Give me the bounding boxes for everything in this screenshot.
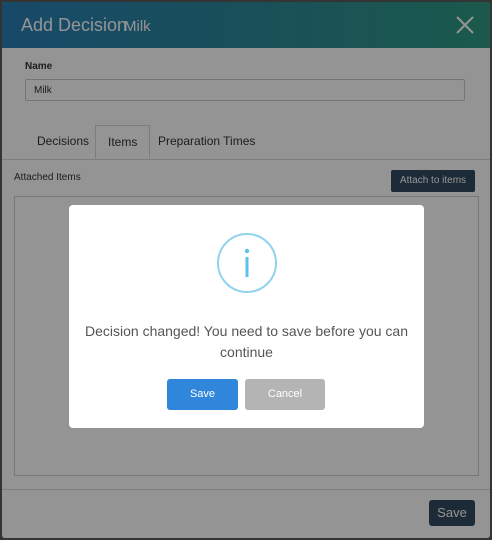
modal-message: Decision changed! You need to save befor… [84,323,409,360]
info-icon [217,233,277,293]
modal-cancel-button[interactable]: Cancel [245,379,325,410]
modal-save-button[interactable]: Save [167,379,238,410]
modal-overlay: Decision changed! You need to save befor… [0,0,492,540]
confirm-modal: Decision changed! You need to save befor… [69,205,424,428]
